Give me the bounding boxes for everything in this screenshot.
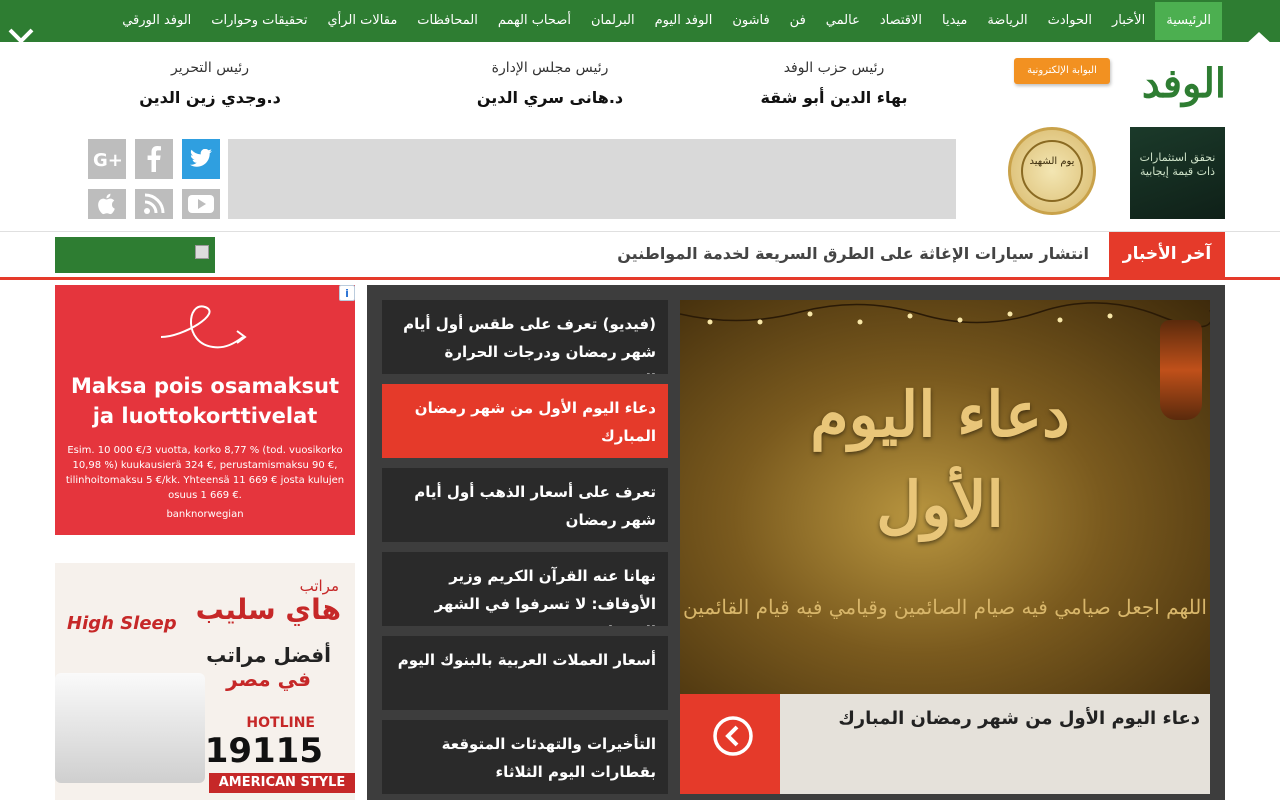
svg-text:G+: G+: [93, 150, 121, 170]
hero-verse: اللهم اجعل صيامي فيه صيام الصائمين وقيام…: [683, 595, 1207, 619]
hero-calligraphy: دعاء اليوم الأول: [810, 378, 1070, 541]
executive-board-chair: رئيس مجلس الإدارة د.هانى سري الدين: [440, 58, 660, 112]
executive-name: بهاء الدين أبو شقة: [760, 88, 908, 107]
logo-name: الوفد: [1141, 60, 1226, 107]
facebook-icon[interactable]: [135, 139, 173, 179]
nav-item-investigations[interactable]: تحقيقات وحوارات: [201, 2, 317, 40]
news-list-item[interactable]: التأخيرات والتهدئات المتوقعة بقطارات الي…: [382, 720, 668, 794]
hero-caption-text: دعاء اليوم الأول من شهر رمضان المبارك: [838, 708, 1200, 729]
breaking-news-headline[interactable]: انتشار سيارات الإغاثة على الطرق السريعة …: [617, 232, 1089, 276]
news-list-item[interactable]: (فيديو) تعرف على طقس أول أيام شهر رمضان …: [382, 300, 668, 374]
close-icon[interactable]: [4, 26, 38, 50]
next-slide-button[interactable]: [680, 694, 780, 794]
red-divider: [0, 277, 1280, 280]
youtube-icon[interactable]: [182, 189, 220, 219]
bank-norwegian-ad[interactable]: i Maksa pois osamaksut ja luottokorttive…: [55, 285, 355, 535]
top-navigation-bar: الرئيسية الأخبار الحوادث الرياضة ميديا ا…: [0, 0, 1280, 44]
high-sleep-ad[interactable]: مراتب هاي سليب High Sleep أفضل مراتب في …: [55, 563, 355, 800]
nav-item-wafd-today[interactable]: الوفد اليوم: [645, 2, 723, 40]
site-logo[interactable]: البوابة الإلكترونية الوفد: [1014, 56, 1226, 112]
apple-icon[interactable]: [88, 189, 126, 219]
news-list-item[interactable]: نهانا عنه القرآن الكريم وزير الأوقاف: لا…: [382, 552, 668, 626]
nav-item-news[interactable]: الأخبار: [1102, 2, 1155, 40]
investment-ad-text: نحقق استثمارات ذات قيمة إيجابية: [1139, 151, 1216, 178]
executive-party-head: رئيس حزب الوفد بهاء الدين أبو شقة: [720, 58, 948, 112]
google-plus-icon[interactable]: G+: [88, 139, 126, 179]
twitter-icon[interactable]: [182, 139, 220, 179]
nav-item-special-needs[interactable]: أصحاب الهمم: [488, 2, 581, 40]
green-ad-box[interactable]: [55, 237, 215, 273]
string-lights: [680, 302, 1210, 328]
ad-hotline-label: HOTLINE: [246, 715, 315, 731]
ad-title: هاي سليب: [195, 593, 341, 626]
nav-item-sports[interactable]: الرياضة: [977, 2, 1037, 40]
ad-slogan-line2: في مصر: [226, 667, 311, 691]
nav-item-art[interactable]: فن: [780, 2, 816, 40]
banner-ad-placeholder[interactable]: [228, 139, 956, 219]
news-list-item-active[interactable]: دعاء اليوم الأول من شهر رمضان المبارك: [382, 384, 668, 458]
executive-editor-in-chief: رئيس التحرير د.وجدي زين الدين: [100, 58, 320, 112]
nav-item-economy[interactable]: الاقتصاد: [870, 2, 932, 40]
chevron-up-icon[interactable]: [1242, 28, 1276, 46]
nav-item-world[interactable]: عالمي: [816, 2, 870, 40]
rss-icon[interactable]: [135, 189, 173, 219]
news-list-item[interactable]: أسعار العملات العربية بالبنوك اليوم: [382, 636, 668, 710]
seal-text: يوم الشهيد: [1021, 140, 1083, 202]
investment-ad[interactable]: نحقق استثمارات ذات قيمة إيجابية: [1130, 127, 1225, 219]
executive-name: د.وجدي زين الدين: [139, 88, 281, 107]
loop-arrow-icon: [160, 305, 247, 349]
executive-role: رئيس حزب الوفد: [783, 60, 885, 76]
nav-item-home[interactable]: الرئيسية: [1155, 2, 1222, 40]
logo-tag: البوابة الإلكترونية: [1014, 58, 1110, 84]
broken-image-icon: [195, 245, 209, 259]
hero-caption-bar[interactable]: دعاء اليوم الأول من شهر رمضان المبارك: [680, 694, 1210, 794]
ad-brand: High Sleep: [67, 613, 177, 634]
ad-slogan: أفضل مراتب في مصر: [206, 643, 331, 691]
nav-item-fashion[interactable]: فاشون: [722, 2, 779, 40]
hero-image[interactable]: دعاء اليوم الأول اللهم اجعل صيامي فيه صي…: [680, 300, 1210, 694]
executive-role: رئيس التحرير: [171, 60, 249, 76]
chevron-left-circle-icon: [713, 716, 753, 756]
nav-item-accidents[interactable]: الحوادث: [1038, 2, 1102, 40]
ad-bank-name: banknorwegian: [166, 509, 244, 520]
ad-hotline-number: 19115: [204, 731, 323, 771]
nav-menu: الرئيسية الأخبار الحوادث الرياضة ميديا ا…: [112, 2, 1222, 40]
executive-role: رئيس مجلس الإدارة: [491, 60, 609, 76]
nav-item-opinion[interactable]: مقالات الرأي: [317, 2, 407, 40]
ad-info-icon[interactable]: i: [339, 285, 355, 301]
nav-item-governorates[interactable]: المحافظات: [407, 2, 488, 40]
executive-name: د.هانى سري الدين: [476, 88, 624, 107]
ad-slogan-line1: أفضل مراتب: [206, 643, 331, 667]
ad-fine-print: Esim. 10 000 €/3 vuotta, korko 8,77 % (t…: [65, 445, 345, 501]
news-list-item[interactable]: تعرف على أسعار الذهب أول أيام شهر رمضان: [382, 468, 668, 542]
breaking-news-label: آخر الأخبار: [1109, 232, 1225, 278]
lantern-illustration: [1160, 320, 1202, 420]
mattress-image: [55, 673, 205, 783]
nav-item-print-edition[interactable]: الوفد الورقي: [112, 2, 201, 40]
nav-item-parliament[interactable]: البرلمان: [581, 2, 645, 40]
nav-item-media[interactable]: ميديا: [932, 2, 977, 40]
martyr-day-seal[interactable]: يوم الشهيد: [1008, 127, 1096, 215]
ad-style-label: AMERICAN STYLE: [209, 773, 355, 793]
ad-headline: Maksa pois osamaksut ja luottokorttivela…: [70, 374, 340, 428]
